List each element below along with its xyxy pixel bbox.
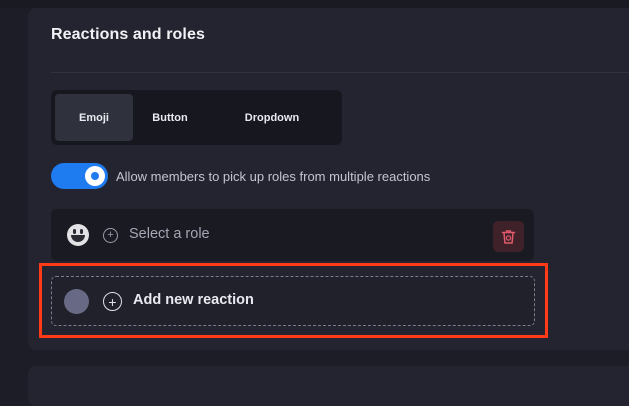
select-role-dropdown[interactable]: Select a role [129,226,210,242]
multiple-reactions-setting: Allow members to pick up roles from mult… [51,163,430,189]
reaction-row: + Select a role [51,209,534,261]
next-panel [28,366,629,406]
emoji-placeholder-icon [64,289,89,314]
add-new-reaction-button[interactable]: + Add new reaction [51,276,535,326]
multiple-reactions-toggle[interactable] [51,163,108,189]
panel-title: Reactions and roles [51,26,205,43]
grinning-face-icon[interactable] [67,224,89,246]
tab-emoji[interactable]: Emoji [55,94,133,141]
tab-dropdown[interactable]: Dropdown [207,94,337,141]
plus-circle-icon: + [103,292,122,311]
trash-icon [501,229,516,244]
reaction-type-tabs: Emoji Button Dropdown [51,90,342,145]
plus-circle-icon: + [103,228,118,243]
tab-button[interactable]: Button [133,94,207,141]
divider [51,72,629,73]
top-bar [0,0,629,8]
delete-reaction-button[interactable] [493,221,524,252]
add-reaction-label: Add new reaction [133,292,254,308]
toggle-knob [85,166,105,186]
toggle-label: Allow members to pick up roles from mult… [116,168,431,184]
